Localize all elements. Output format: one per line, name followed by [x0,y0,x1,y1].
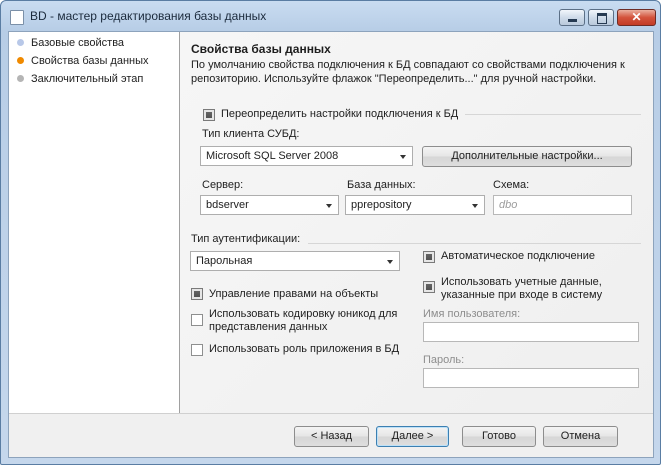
wizard-steps-panel: Базовые свойства Свойства базы данных За… [9,32,180,413]
maximize-icon [597,13,607,24]
chevron-down-icon [472,204,478,208]
client-type-select[interactable]: Microsoft SQL Server 2008 [200,146,413,166]
finish-button[interactable]: Готово [462,426,536,447]
back-button[interactable]: < Назад [294,426,369,447]
override-label: Переопределить настройки подключения к Б… [221,108,459,120]
username-input[interactable] [423,322,639,342]
page-title: Свойства базы данных [191,42,331,56]
password-input[interactable] [423,368,639,388]
maximize-button[interactable] [588,9,614,26]
auth-type-select[interactable]: Парольная [190,251,400,271]
database-value: pprepository [351,199,412,211]
server-select[interactable]: bdserver [200,195,339,215]
chevron-down-icon [400,155,406,159]
step-database-properties[interactable]: Свойства базы данных [17,53,149,69]
wizard-main-panel: Свойства базы данных По умолчанию свойст… [180,32,653,413]
manage-rights-label: Управление правами на объекты [209,288,379,300]
unicode-label-line2: представления данных [209,321,328,333]
wizard-client-area: Базовые свойства Свойства базы данных За… [8,31,654,458]
step-label: Свойства базы данных [31,55,149,67]
client-type-label: Тип клиента СУБД: [202,128,300,140]
unicode-checkbox[interactable] [191,314,203,326]
schema-input[interactable]: dbo [493,195,632,215]
auth-type-label: Тип аутентификации: [191,233,301,245]
title-bar[interactable]: BD - мастер редактирования базы данных ✕ [1,1,660,31]
server-value: bdserver [206,199,249,211]
window-title: BD - мастер редактирования базы данных [30,9,267,23]
close-button[interactable]: ✕ [617,9,656,26]
step-bullet-icon [17,74,24,82]
step-bullet-icon [17,56,24,64]
wizard-window: BD - мастер редактирования базы данных ✕… [0,0,661,465]
auto-connect-checkbox[interactable] [423,251,435,263]
auth-separator [308,243,641,244]
close-icon: ✕ [631,10,642,24]
footer-separator [9,413,653,414]
minimize-button[interactable] [559,9,585,26]
app-role-label: Использовать роль приложения в БД [209,343,400,355]
chevron-down-icon [387,260,393,264]
step-label: Базовые свойства [31,37,125,49]
use-credentials-checkbox[interactable] [423,281,435,293]
app-role-checkbox[interactable] [191,344,203,356]
cancel-button[interactable]: Отмена [543,426,618,447]
chevron-down-icon [326,204,332,208]
password-label: Пароль: [423,354,465,366]
window-icon [10,10,24,25]
manage-rights-checkbox[interactable] [191,288,203,300]
minimize-icon [568,19,577,22]
use-credentials-label-line2: указанные при входе в систему [441,289,603,301]
client-type-value: Microsoft SQL Server 2008 [206,150,339,162]
override-separator [465,114,641,115]
username-label: Имя пользователя: [423,308,521,320]
database-select[interactable]: pprepository [345,195,485,215]
override-checkbox[interactable] [203,109,215,121]
step-final[interactable]: Заключительный этап [17,71,143,87]
next-button[interactable]: Далее > [376,426,449,447]
auth-type-value: Парольная [196,255,253,267]
page-description: По умолчанию свойства подключения к БД с… [191,59,625,85]
schema-label: Схема: [493,179,530,191]
step-bullet-icon [17,38,24,46]
unicode-label-line1: Использовать кодировку юникод для [209,308,398,320]
server-label: Сервер: [202,179,244,191]
step-basic-properties[interactable]: Базовые свойства [17,35,124,51]
use-credentials-label-line1: Использовать учетные данные, [441,276,602,288]
database-label: База данных: [347,179,416,191]
advanced-settings-button[interactable]: Дополнительные настройки... [422,146,632,167]
auto-connect-label: Автоматическое подключение [441,250,595,262]
step-label: Заключительный этап [31,73,144,85]
schema-placeholder: dbo [499,199,518,211]
